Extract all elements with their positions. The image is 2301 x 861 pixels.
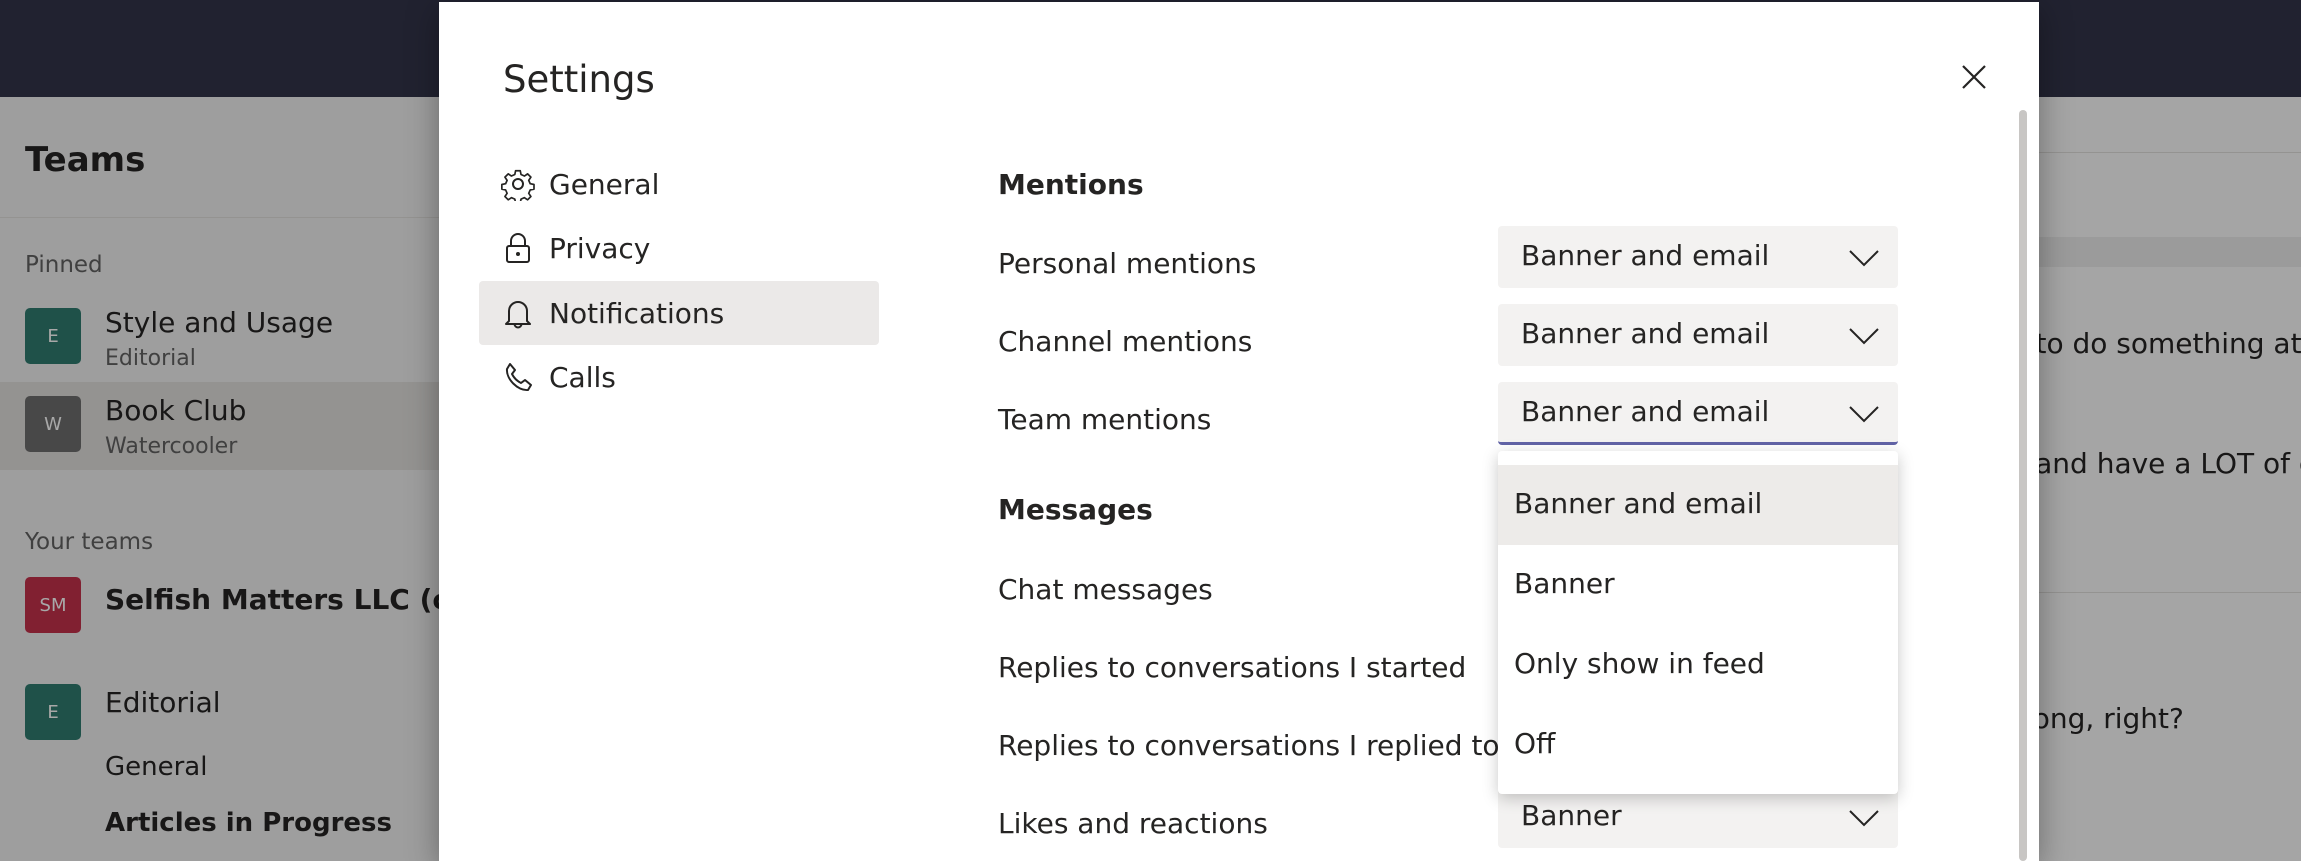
nav-notifications[interactable]: Notifications bbox=[479, 281, 879, 345]
settings-dialog: Settings General Privacy Notifications C… bbox=[439, 2, 2039, 861]
scrollbar[interactable] bbox=[2019, 110, 2027, 861]
bell-icon bbox=[501, 296, 535, 330]
team-mentions-label: Team mentions bbox=[998, 403, 1212, 436]
chat-messages-label: Chat messages bbox=[998, 573, 1213, 606]
channel-mentions-label: Channel mentions bbox=[998, 325, 1253, 358]
select-value: Banner bbox=[1521, 799, 1622, 832]
chevron-down-icon bbox=[1849, 406, 1879, 423]
replies-started-label: Replies to conversations I started bbox=[998, 651, 1467, 684]
close-icon bbox=[1962, 65, 1986, 89]
option-banner[interactable]: Banner bbox=[1498, 545, 1898, 625]
phone-icon bbox=[501, 360, 535, 394]
mentions-heading: Mentions bbox=[998, 168, 1144, 201]
nav-label: Calls bbox=[549, 360, 616, 394]
option-off[interactable]: Off bbox=[1498, 705, 1898, 785]
personal-mentions-label: Personal mentions bbox=[998, 247, 1257, 280]
nav-label: General bbox=[549, 167, 660, 201]
option-label: Only show in feed bbox=[1514, 647, 1765, 680]
likes-reactions-label: Likes and reactions bbox=[998, 807, 1268, 840]
lock-icon bbox=[501, 231, 535, 265]
option-label: Banner bbox=[1514, 567, 1615, 600]
option-label: Off bbox=[1514, 727, 1556, 760]
personal-mentions-select[interactable]: Banner and email bbox=[1498, 226, 1898, 288]
nav-label: Privacy bbox=[549, 231, 651, 265]
nav-calls[interactable]: Calls bbox=[479, 345, 879, 409]
team-mentions-select[interactable]: Banner and email bbox=[1498, 382, 1898, 445]
close-button[interactable] bbox=[1949, 52, 1999, 102]
select-value: Banner and email bbox=[1521, 317, 1770, 350]
messages-heading: Messages bbox=[998, 493, 1153, 526]
team-mentions-dropdown: Banner and email Banner Only show in fee… bbox=[1498, 451, 1898, 794]
nav-general[interactable]: General bbox=[479, 152, 879, 216]
replies-replied-label: Replies to conversations I replied to bbox=[998, 729, 1500, 762]
chevron-down-icon bbox=[1849, 810, 1879, 827]
channel-mentions-select[interactable]: Banner and email bbox=[1498, 304, 1898, 366]
option-label: Banner and email bbox=[1514, 487, 1763, 520]
select-value: Banner and email bbox=[1521, 239, 1770, 272]
option-banner-and-email[interactable]: Banner and email bbox=[1498, 465, 1898, 545]
chevron-down-icon bbox=[1849, 328, 1879, 345]
nav-privacy[interactable]: Privacy bbox=[479, 216, 879, 280]
likes-reactions-select[interactable]: Banner bbox=[1498, 786, 1898, 848]
dialog-title: Settings bbox=[503, 58, 655, 101]
option-only-show-in-feed[interactable]: Only show in feed bbox=[1498, 625, 1898, 705]
nav-label: Notifications bbox=[549, 296, 725, 330]
select-value: Banner and email bbox=[1521, 395, 1770, 428]
chevron-down-icon bbox=[1849, 250, 1879, 267]
gear-icon bbox=[501, 167, 535, 201]
